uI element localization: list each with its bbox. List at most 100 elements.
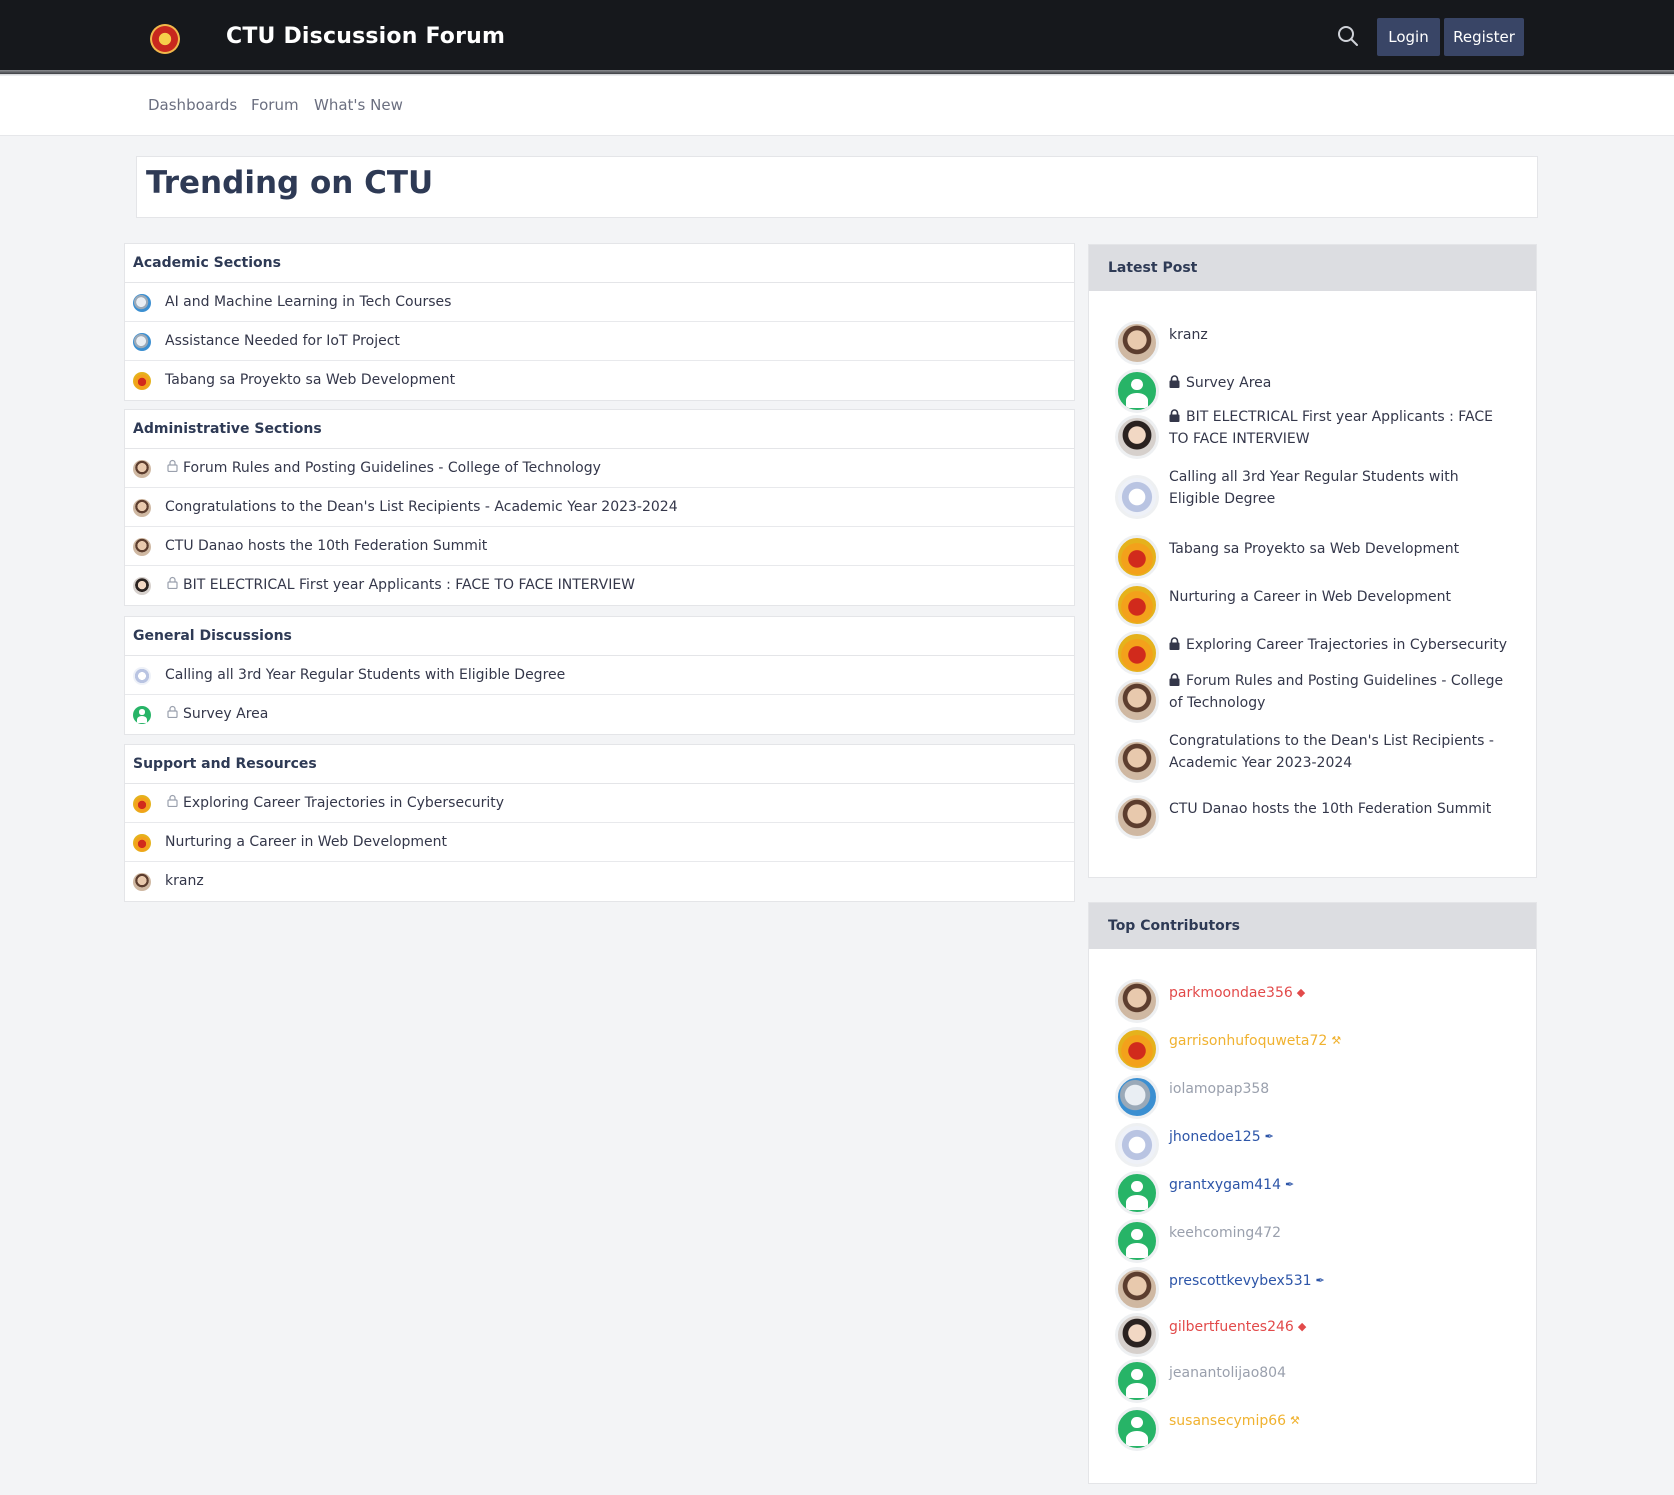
latest-post-title[interactable]: BIT ELECTRICAL First year Applicants : F…: [1169, 409, 1493, 447]
thread-row[interactable]: Calling all 3rd Year Regular Students wi…: [125, 656, 1074, 695]
thread-row[interactable]: AI and Machine Learning in Tech Courses: [125, 283, 1074, 322]
section-title[interactable]: Administrative Sections: [125, 410, 1074, 449]
avatar[interactable]: [133, 372, 151, 390]
page-header: Trending on CTU: [136, 156, 1538, 218]
search-icon[interactable]: [1336, 24, 1360, 48]
avatar[interactable]: [133, 667, 151, 685]
avatar[interactable]: [133, 460, 151, 478]
thread-row[interactable]: Exploring Career Trajectories in Cyberse…: [125, 784, 1074, 823]
avatar[interactable]: [1115, 979, 1159, 1023]
thread-row[interactable]: kranz: [125, 862, 1074, 901]
thread-title[interactable]: Nurturing a Career in Web Development: [165, 834, 447, 850]
thread-row[interactable]: BIT ELECTRICAL First year Applicants : F…: [125, 566, 1074, 605]
contributor-name[interactable]: jeanantolijao804: [1169, 1365, 1286, 1381]
avatar[interactable]: [133, 333, 151, 351]
lock-icon: [167, 576, 178, 593]
section-title[interactable]: Support and Resources: [125, 745, 1074, 784]
avatar[interactable]: [1115, 1171, 1159, 1215]
latest-post-title[interactable]: Calling all 3rd Year Regular Students wi…: [1169, 469, 1459, 507]
contributor-name[interactable]: jhonedoe125: [1169, 1129, 1261, 1145]
latest-post-title[interactable]: Nurturing a Career in Web Development: [1169, 589, 1451, 605]
contributor-name[interactable]: iolamopap358: [1169, 1081, 1269, 1097]
forum-section: Support and Resources Exploring Career Tr…: [124, 744, 1075, 902]
contributor-name[interactable]: keehcoming472: [1169, 1225, 1281, 1241]
thread-title[interactable]: BIT ELECTRICAL First year Applicants : F…: [183, 577, 635, 593]
nav-bar: Dashboards Forum What's New: [0, 76, 1674, 136]
avatar[interactable]: [133, 538, 151, 556]
avatar[interactable]: [1115, 1313, 1159, 1357]
contributor-name[interactable]: prescottkevybex531: [1169, 1273, 1312, 1289]
avatar[interactable]: [1115, 415, 1159, 459]
avatar[interactable]: [1115, 475, 1159, 519]
avatar[interactable]: [1115, 1123, 1159, 1167]
signature-icon: ✒: [1315, 1274, 1325, 1287]
thread-row[interactable]: Survey Area: [125, 695, 1074, 734]
avatar[interactable]: [1115, 1219, 1159, 1263]
thread-title[interactable]: Exploring Career Trajectories in Cyberse…: [183, 795, 504, 811]
shield-icon: ◆: [1297, 1320, 1307, 1333]
top-contributors-card: Top Contributors parkmoondae356 ◆ garrison…: [1088, 902, 1537, 1484]
avatar[interactable]: [1115, 631, 1159, 675]
avatar[interactable]: [1115, 369, 1159, 413]
signature-icon: ✒: [1284, 1178, 1295, 1191]
avatar[interactable]: [1115, 679, 1159, 723]
contributor-name[interactable]: parkmoondae356: [1169, 985, 1293, 1001]
contributor-name[interactable]: gilbertfuentes246: [1169, 1319, 1294, 1335]
avatar[interactable]: [133, 795, 151, 813]
thread-row[interactable]: Congratulations to the Dean's List Recip…: [125, 488, 1074, 527]
avatar[interactable]: [1115, 1407, 1159, 1451]
thread-title[interactable]: CTU Danao hosts the 10th Federation Summ…: [165, 538, 487, 554]
avatar[interactable]: [1115, 1027, 1159, 1071]
thread-title[interactable]: AI and Machine Learning in Tech Courses: [165, 294, 451, 310]
avatar[interactable]: [133, 499, 151, 517]
latest-post-title[interactable]: Congratulations to the Dean's List Recip…: [1169, 733, 1494, 771]
avatar[interactable]: [133, 873, 151, 891]
thread-row[interactable]: CTU Danao hosts the 10th Federation Summ…: [125, 527, 1074, 566]
latest-post-title[interactable]: CTU Danao hosts the 10th Federation Summ…: [1169, 801, 1491, 817]
avatar[interactable]: [133, 706, 151, 724]
contributor-name[interactable]: susansecymip66: [1169, 1413, 1286, 1429]
avatar[interactable]: [1115, 1075, 1159, 1119]
thread-title[interactable]: Calling all 3rd Year Regular Students wi…: [165, 667, 565, 683]
site-title[interactable]: CTU Discussion Forum: [226, 24, 505, 49]
login-button[interactable]: Login: [1377, 18, 1440, 56]
latest-post-title[interactable]: Survey Area: [1186, 375, 1271, 391]
contributor-name[interactable]: grantxygam414: [1169, 1177, 1281, 1193]
avatar[interactable]: [1115, 583, 1159, 627]
avatar[interactable]: [1115, 1359, 1159, 1403]
lock-icon: [1169, 671, 1180, 686]
site-logo[interactable]: [150, 24, 180, 54]
latest-post-title[interactable]: Forum Rules and Posting Guidelines - Col…: [1169, 673, 1503, 711]
register-button[interactable]: Register: [1444, 18, 1524, 56]
avatar[interactable]: [1115, 795, 1159, 839]
thread-title[interactable]: Tabang sa Proyekto sa Web Development: [165, 372, 455, 388]
thread-row[interactable]: Nurturing a Career in Web Development: [125, 823, 1074, 862]
avatar[interactable]: [133, 577, 151, 595]
thread-row[interactable]: Assistance Needed for IoT Project: [125, 322, 1074, 361]
thread-title[interactable]: kranz: [165, 873, 204, 889]
forum-section: Academic Sections AI and Machine Learning…: [124, 243, 1075, 401]
thread-row[interactable]: Forum Rules and Posting Guidelines - Col…: [125, 449, 1074, 488]
section-title[interactable]: General Discussions: [125, 617, 1074, 656]
latest-post-title[interactable]: Tabang sa Proyekto sa Web Development: [1169, 541, 1459, 557]
nav-whats-new[interactable]: What's New: [314, 96, 403, 114]
nav-dashboards[interactable]: Dashboards: [148, 96, 237, 114]
thread-title[interactable]: Congratulations to the Dean's List Recip…: [165, 499, 678, 515]
latest-post-title[interactable]: kranz: [1169, 327, 1208, 343]
avatar[interactable]: [133, 834, 151, 852]
section-title[interactable]: Academic Sections: [125, 244, 1074, 283]
avatar[interactable]: [1115, 535, 1159, 579]
lock-icon: [1169, 407, 1180, 422]
latest-post-title[interactable]: Exploring Career Trajectories in Cyberse…: [1186, 637, 1507, 653]
avatar[interactable]: [133, 294, 151, 312]
contributor-name[interactable]: garrisonhufoquweta72: [1169, 1033, 1327, 1049]
avatar[interactable]: [1115, 1267, 1159, 1311]
thread-title[interactable]: Assistance Needed for IoT Project: [165, 333, 400, 349]
nav-forum[interactable]: Forum: [251, 96, 299, 114]
avatar[interactable]: [1115, 739, 1159, 783]
avatar[interactable]: [1115, 321, 1159, 365]
top-contributors-heading: Top Contributors: [1089, 903, 1536, 949]
thread-title[interactable]: Forum Rules and Posting Guidelines - Col…: [183, 460, 601, 476]
thread-row[interactable]: Tabang sa Proyekto sa Web Development: [125, 361, 1074, 400]
thread-title[interactable]: Survey Area: [183, 706, 268, 722]
